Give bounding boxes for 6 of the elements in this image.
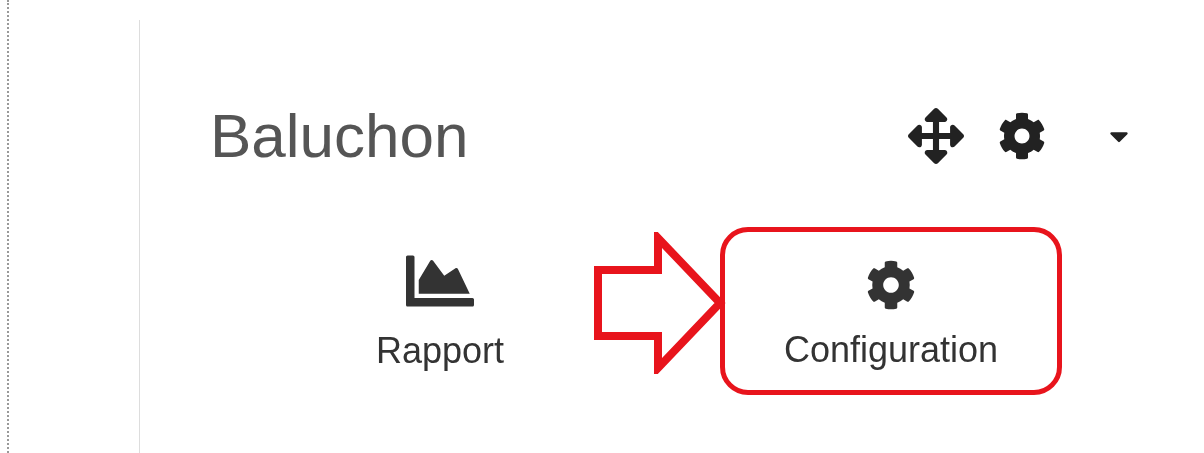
move-icon[interactable] xyxy=(908,108,964,164)
page-title: Baluchon xyxy=(210,105,469,167)
settings-icon[interactable] xyxy=(998,112,1046,160)
tile-button[interactable]: Rapport xyxy=(340,227,540,395)
gear-icon xyxy=(866,260,916,310)
tile-button[interactable]: Configuration xyxy=(720,227,1062,395)
